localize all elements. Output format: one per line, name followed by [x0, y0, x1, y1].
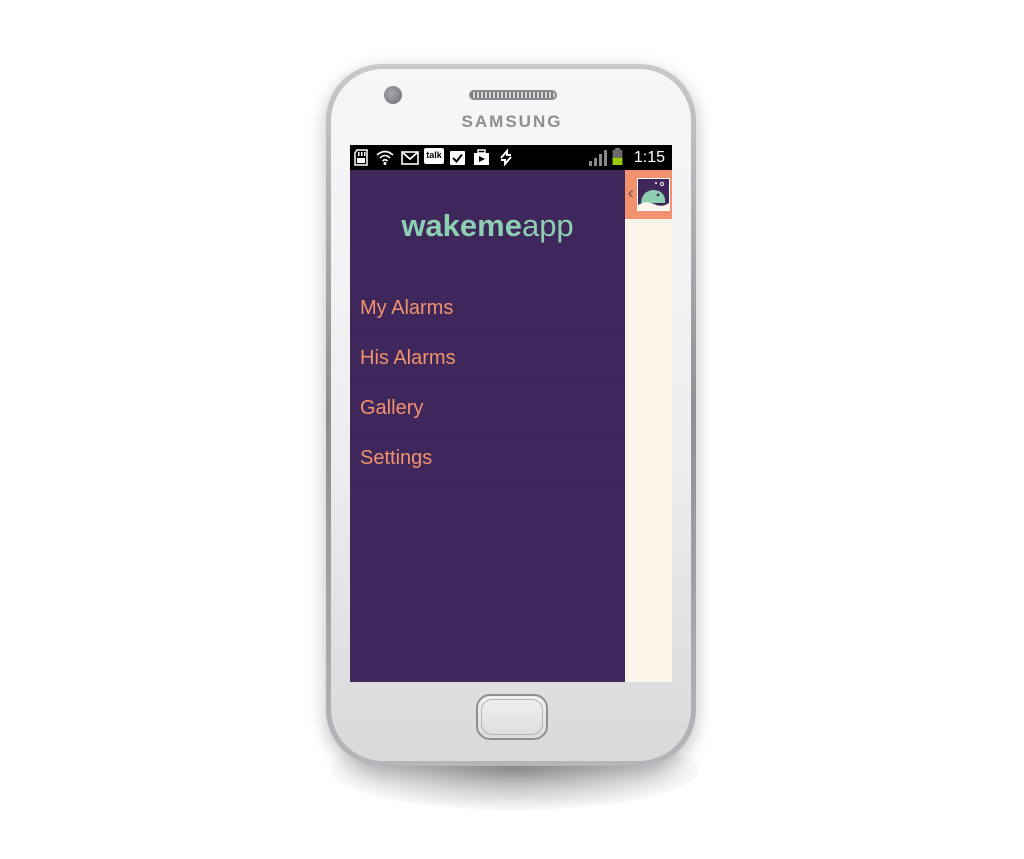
battery-icon	[612, 148, 623, 165]
logo-light-text: app	[521, 208, 574, 243]
menu-item-gallery[interactable]: Gallery	[350, 383, 625, 433]
menu-item-settings[interactable]: Settings	[350, 433, 625, 483]
wifi-icon	[376, 150, 394, 165]
menu-item-his-alarms[interactable]: His Alarms	[350, 333, 625, 383]
app-logo: wakemeapp	[350, 208, 625, 244]
brand-logo: SAMSUNG	[461, 112, 563, 131]
stage: SAMSUNG talk 1:15 wakemeapp My Alarms Hi…	[0, 0, 1024, 859]
earpiece-speaker	[469, 90, 557, 100]
signal-bars-icon	[589, 150, 607, 166]
gmail-icon	[401, 151, 419, 165]
logo-bold-text: wakeme	[401, 208, 522, 243]
action-bar-peek[interactable]: ‹	[625, 170, 672, 219]
talk-label: talk	[426, 150, 442, 160]
menu-item-my-alarms[interactable]: My Alarms	[350, 283, 625, 333]
status-bar: talk 1:15	[350, 145, 672, 170]
drawer-menu: My Alarms His Alarms Gallery Settings	[350, 283, 625, 483]
talk-icon: talk	[424, 148, 444, 164]
whale-logo-icon	[638, 179, 669, 210]
sd-card-icon	[354, 149, 368, 166]
tasks-check-icon	[450, 151, 465, 165]
play-store-icon	[474, 149, 489, 165]
home-button[interactable]	[476, 694, 548, 740]
drawer-caret-icon: ‹	[627, 183, 635, 204]
sync-icon	[500, 149, 512, 166]
app-launcher-icon[interactable]	[637, 178, 670, 211]
front-camera	[384, 86, 402, 104]
status-time: 1:15	[633, 149, 665, 166]
phone-screen: talk 1:15 wakemeapp My Alarms His Alarms…	[350, 145, 672, 682]
navigation-drawer: wakemeapp My Alarms His Alarms Gallery S…	[350, 170, 625, 682]
